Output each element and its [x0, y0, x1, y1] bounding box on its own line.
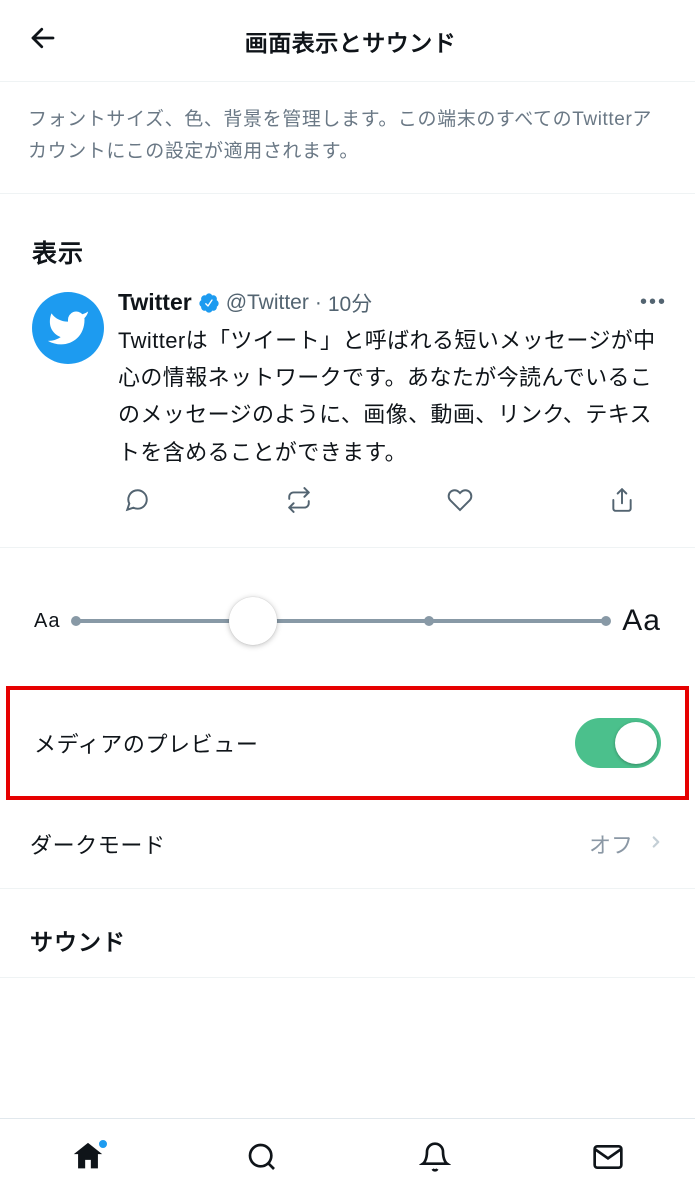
- notification-dot-icon: [97, 1138, 109, 1150]
- slider-thumb[interactable]: [229, 597, 277, 645]
- page-title: 画面表示とサウンド: [70, 24, 631, 58]
- font-size-large-label: Aa: [622, 604, 661, 638]
- setting-row-dark-mode[interactable]: ダークモード オフ: [0, 800, 695, 888]
- bottom-nav: [0, 1118, 695, 1200]
- back-arrow-icon[interactable]: [28, 23, 58, 58]
- tweet-header: Twitter @Twitter · 10分 •••: [118, 288, 671, 318]
- tweet-preview-card: Twitter @Twitter · 10分 ••• Twitterは「ツイート…: [0, 288, 695, 548]
- setting-row-media-preview[interactable]: メディアのプレビュー: [6, 686, 689, 800]
- font-size-slider[interactable]: [76, 619, 606, 623]
- font-size-small-label: Aa: [34, 610, 60, 633]
- verified-badge-icon: [198, 292, 220, 314]
- dark-mode-value: オフ: [589, 828, 633, 860]
- media-preview-label: メディアのプレビュー: [34, 727, 258, 759]
- tab-search[interactable]: [246, 1141, 278, 1178]
- tweet-display-name: Twitter: [118, 289, 192, 316]
- tab-messages[interactable]: [592, 1141, 624, 1178]
- dark-mode-label: ダークモード: [30, 828, 166, 860]
- media-preview-toggle[interactable]: [575, 718, 661, 768]
- tweet-actions: [118, 471, 671, 535]
- retweet-icon[interactable]: [286, 487, 312, 513]
- section-title-sound: サウンド: [0, 889, 695, 977]
- more-options-icon[interactable]: •••: [640, 291, 671, 314]
- reply-icon[interactable]: [124, 487, 150, 513]
- tweet-separator: ·: [315, 291, 322, 315]
- tweet-text: Twitterは「ツイート」と呼ばれる短いメッセージが中心の情報ネットワークです…: [118, 322, 671, 472]
- tweet-timestamp: 10分: [328, 288, 372, 318]
- tab-notifications[interactable]: [419, 1141, 451, 1178]
- share-icon[interactable]: [609, 487, 635, 513]
- avatar: [32, 292, 104, 364]
- like-icon[interactable]: [447, 487, 473, 513]
- tab-home[interactable]: [71, 1140, 105, 1179]
- tweet-handle: @Twitter: [226, 291, 309, 315]
- page-description: フォントサイズ、色、背景を管理します。この端末のすべてのTwitterアカウント…: [0, 82, 695, 193]
- chevron-right-icon: [647, 829, 665, 860]
- font-size-slider-row: Aa Aa: [0, 548, 695, 686]
- section-title-display: 表示: [0, 194, 695, 288]
- header: 画面表示とサウンド: [0, 0, 695, 82]
